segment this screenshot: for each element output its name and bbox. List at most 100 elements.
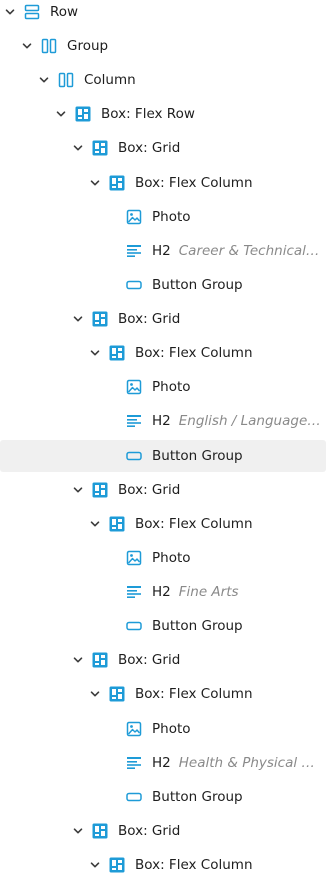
tree-item-label: H2: [152, 584, 171, 601]
button-icon: [126, 277, 142, 293]
chevron-down-icon[interactable]: [72, 484, 84, 496]
tree-item-label: Button Group: [152, 618, 243, 635]
tree-item-column[interactable]: Column: [0, 64, 326, 96]
chevron-down-icon[interactable]: [38, 74, 50, 86]
tree-item-content-preview: Career & Technical Edu...: [178, 242, 326, 259]
chevron-down-icon[interactable]: [89, 688, 101, 700]
box-icon: [109, 345, 125, 361]
chevron-down-icon[interactable]: [89, 347, 101, 359]
tree-item-photo[interactable]: Photo: [0, 713, 326, 745]
tree-item-h2[interactable]: H2 Fine Arts: [0, 576, 326, 608]
tree-item-button-group[interactable]: Button Group: [0, 269, 326, 301]
chevron-down-icon[interactable]: [89, 859, 101, 871]
chevron-down-icon[interactable]: [72, 142, 84, 154]
tree-item-h2[interactable]: H2 Health & Physical Educ...: [0, 747, 326, 779]
tree-item-label: Box: Flex Column: [135, 345, 253, 362]
chevron-down-icon[interactable]: [21, 40, 33, 52]
tree-item-label: Button Group: [152, 447, 243, 464]
heading-icon: [126, 755, 142, 771]
tree-item-label: Box: Grid: [118, 822, 181, 839]
tree-item-box-flex-column[interactable]: Box: Flex Column: [0, 508, 326, 540]
button-icon: [126, 618, 142, 634]
image-icon: [126, 550, 142, 566]
box-icon: [109, 516, 125, 532]
group-icon: [58, 72, 74, 88]
tree-item-box-grid[interactable]: Box: Grid: [0, 474, 326, 506]
tree-item-label: Column: [84, 72, 136, 89]
heading-icon: [126, 243, 142, 259]
tree-item-label: Box: Flex Column: [135, 515, 253, 532]
box-icon: [109, 175, 125, 191]
box-icon: [92, 140, 108, 156]
tree-item-label: H2: [152, 754, 171, 771]
heading-icon: [126, 584, 142, 600]
image-icon: [126, 721, 142, 737]
tree-item-photo[interactable]: Photo: [0, 542, 326, 574]
chevron-down-icon[interactable]: [4, 6, 16, 18]
tree-item-box-flex-column[interactable]: Box: Flex Column: [0, 849, 326, 877]
button-icon: [126, 789, 142, 805]
tree-item-box-flex-column[interactable]: Box: Flex Column: [0, 678, 326, 710]
tree-item-label: Box: Flex Column: [135, 174, 253, 191]
tree-item-photo[interactable]: Photo: [0, 371, 326, 403]
tree-item-h2[interactable]: H2 Career & Technical Edu...: [0, 235, 326, 267]
tree-item-label: Button Group: [152, 276, 243, 293]
heading-icon: [126, 413, 142, 429]
chevron-down-icon[interactable]: [72, 825, 84, 837]
tree-item-label: Group: [67, 38, 109, 55]
tree-item-box-grid[interactable]: Box: Grid: [0, 132, 326, 164]
tree-item-label: Box: Flex Column: [135, 686, 253, 703]
chevron-down-icon[interactable]: [72, 654, 84, 666]
tree-item-box-flex-column[interactable]: Box: Flex Column: [0, 167, 326, 199]
tree-item-label: Photo: [152, 208, 191, 225]
chevron-down-icon[interactable]: [89, 518, 101, 530]
box-icon: [92, 311, 108, 327]
group-icon: [41, 38, 57, 54]
tree-item-label: Photo: [152, 379, 191, 396]
tree-item-label: H2: [152, 242, 171, 259]
tree-item-content-preview: Health & Physical Educ...: [178, 754, 326, 771]
tree-item-button-group[interactable]: Button Group: [0, 610, 326, 642]
box-icon: [109, 686, 125, 702]
image-icon: [126, 209, 142, 225]
tree-item-label: Row: [50, 4, 79, 20]
tree-item-label: Photo: [152, 720, 191, 737]
tree-item-content-preview: English / Language Arts: [178, 413, 326, 430]
tree-item-button-group[interactable]: Button Group: [0, 439, 326, 472]
chevron-down-icon[interactable]: [55, 108, 67, 120]
box-icon: [75, 106, 91, 122]
tree-item-box-grid[interactable]: Box: Grid: [0, 303, 326, 335]
tree-item-group[interactable]: Group: [0, 30, 326, 62]
tree-item-box-grid[interactable]: Box: Grid: [0, 815, 326, 847]
tree-item-h2[interactable]: H2 English / Language Arts: [0, 405, 326, 437]
tree-item-label: Box: Flex Row: [101, 106, 195, 123]
tree-item-box-grid[interactable]: Box: Grid: [0, 644, 326, 676]
chevron-down-icon[interactable]: [72, 313, 84, 325]
tree-item-box-flex-row[interactable]: Box: Flex Row: [0, 98, 326, 130]
box-icon: [92, 823, 108, 839]
box-icon: [92, 652, 108, 668]
button-icon: [126, 448, 142, 464]
tree-item-label: H2: [152, 413, 171, 430]
layer-tree: Row Group Column Box: Flex Row Box: Grid Box:…: [0, 0, 332, 877]
tree-item-label: Button Group: [152, 788, 243, 805]
tree-item-button-group[interactable]: Button Group: [0, 781, 326, 813]
box-icon: [92, 482, 108, 498]
tree-item-row[interactable]: Row: [0, 0, 326, 28]
tree-item-label: Box: Grid: [118, 140, 181, 157]
tree-item-label: Box: Grid: [118, 481, 181, 498]
tree-item-photo[interactable]: Photo: [0, 201, 326, 233]
tree-item-box-flex-column[interactable]: Box: Flex Column: [0, 337, 326, 369]
chevron-down-icon[interactable]: [89, 177, 101, 189]
